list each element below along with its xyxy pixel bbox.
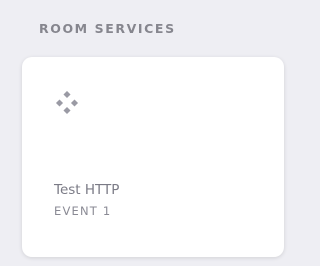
diamond-grid-icon (55, 90, 79, 115)
service-card[interactable]: Test HTTP EVENT 1 (22, 57, 284, 257)
room-services-panel: { "section": { "title": "ROOM SERVICES" … (0, 0, 293, 266)
service-event: EVENT 1 (54, 204, 112, 218)
section-title: ROOM SERVICES (39, 21, 176, 36)
service-name: Test HTTP (54, 182, 120, 198)
